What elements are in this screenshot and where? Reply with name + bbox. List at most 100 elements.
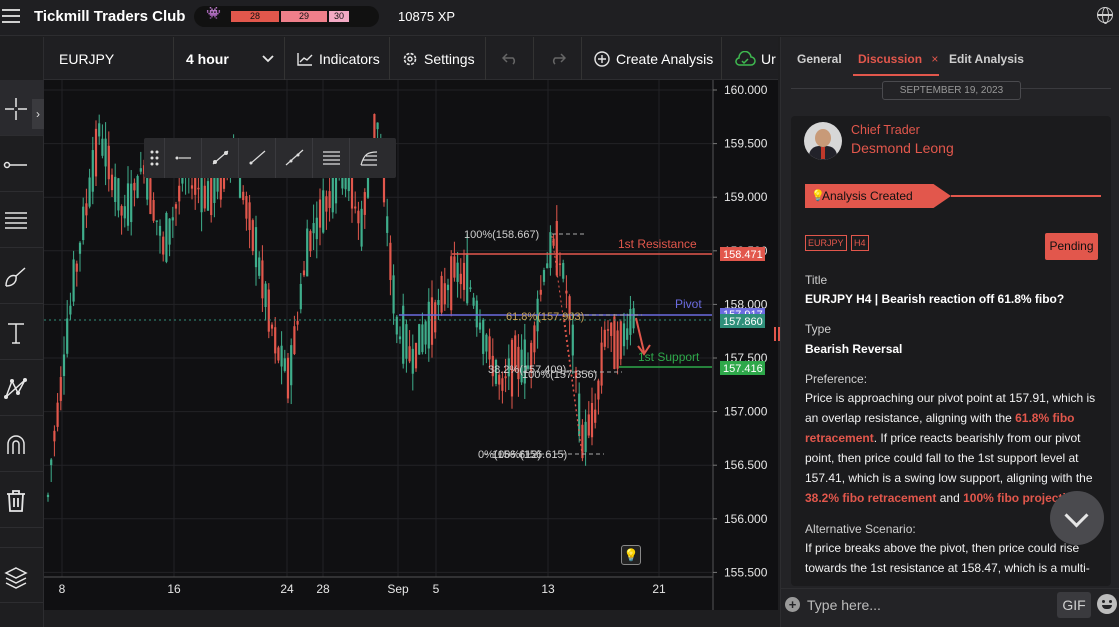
- timeframe-select[interactable]: 4 hour: [174, 37, 285, 80]
- candle-body: [485, 334, 488, 352]
- drag-handle[interactable]: [144, 138, 165, 178]
- candle-body: [386, 216, 389, 233]
- globe-icon[interactable]: [1097, 7, 1113, 24]
- candle-body: [472, 297, 475, 306]
- candle-body: [590, 403, 594, 438]
- gif-button[interactable]: GIF: [1057, 592, 1091, 618]
- candle-body: [389, 242, 392, 281]
- redo-button[interactable]: [534, 37, 582, 80]
- candle-body: [149, 178, 152, 215]
- candle-body: [261, 260, 264, 299]
- channel-tool-button[interactable]: [313, 138, 350, 178]
- settings-button[interactable]: Settings: [390, 37, 486, 80]
- preference-label: Preference:: [805, 372, 868, 386]
- redo-icon: [552, 52, 566, 65]
- candle-body: [478, 322, 482, 330]
- candle-body: [53, 430, 56, 442]
- text-tool[interactable]: [0, 304, 44, 360]
- tab-discussion[interactable]: Discussion ×: [858, 52, 938, 66]
- candle-body: [69, 305, 72, 315]
- candle-body: [434, 302, 437, 333]
- candle-body: [594, 409, 597, 423]
- chevron-down-icon: [262, 55, 274, 63]
- analysis-panel: General Discussion × Edit Analysis SEPTE…: [780, 37, 1119, 627]
- brush-tool[interactable]: [0, 248, 44, 304]
- trash-tool[interactable]: [0, 472, 44, 528]
- candle-body: [91, 150, 94, 192]
- indicators-label: Indicators: [319, 50, 380, 67]
- candle-body: [363, 192, 366, 215]
- candle-body: [94, 128, 98, 177]
- trendline-tool-button[interactable]: [239, 138, 276, 178]
- candle-body: [152, 200, 155, 221]
- xp-level-30: 30: [329, 11, 349, 22]
- menu-icon[interactable]: [2, 9, 20, 23]
- date-tick-label: 21: [652, 582, 666, 596]
- plus-icon[interactable]: +: [785, 597, 800, 612]
- undo-button[interactable]: [486, 37, 534, 80]
- current-price: 157.860: [723, 316, 763, 328]
- candle-body: [104, 138, 107, 167]
- magnet-tool[interactable]: [0, 416, 44, 472]
- brush-icon: [5, 267, 26, 287]
- update-button[interactable]: Ur: [722, 37, 778, 80]
- author-name[interactable]: Desmond Leong: [851, 140, 954, 156]
- create-analysis-button[interactable]: Create Analysis: [582, 37, 722, 80]
- tab-edit-analysis[interactable]: Edit Analysis: [949, 52, 1024, 66]
- candle-body: [613, 316, 616, 369]
- candle-body: [78, 242, 82, 254]
- price-tick-label: 157.000: [724, 405, 768, 419]
- horizontal-line-tool[interactable]: [0, 136, 44, 192]
- candle-body: [274, 327, 277, 354]
- candle-body: [264, 283, 267, 307]
- candle-body: [270, 324, 274, 329]
- candle-body: [66, 318, 69, 354]
- candle-body: [443, 283, 446, 305]
- scroll-down-button[interactable]: [1050, 491, 1104, 545]
- ray-icon: [175, 156, 191, 160]
- message-input[interactable]: Type here...: [807, 597, 881, 613]
- panel-tabs: General Discussion × Edit Analysis: [781, 37, 1119, 80]
- pattern-icon: [4, 378, 27, 399]
- candle-body: [75, 263, 78, 272]
- close-icon[interactable]: ×: [931, 52, 938, 66]
- segment-tool-button[interactable]: [202, 138, 239, 178]
- expand-tools-button[interactable]: ›: [32, 99, 44, 129]
- candle-body: [206, 181, 210, 211]
- candle-body: [539, 289, 542, 295]
- ray-tool-button[interactable]: [165, 138, 202, 178]
- analysis-card: Chief Trader Desmond Leong 💡 Analysis Cr…: [791, 116, 1111, 586]
- candle-body: [318, 199, 322, 228]
- avatar[interactable]: [804, 122, 842, 160]
- date-separator: SEPTEMBER 19, 2023: [882, 81, 1021, 100]
- extended-line-button[interactable]: [276, 138, 313, 178]
- candle-body: [488, 336, 491, 360]
- tab-general[interactable]: General: [797, 52, 842, 66]
- candle-body: [629, 308, 632, 335]
- candle-body: [101, 138, 104, 156]
- candle-body: [325, 196, 328, 212]
- cloud-check-icon: [735, 50, 756, 66]
- candle-body: [542, 269, 546, 282]
- fib-tool-button[interactable]: [350, 138, 396, 178]
- price-tick-label: 156.500: [724, 458, 768, 472]
- date-tick-label: 16: [167, 582, 181, 596]
- candle-body: [424, 321, 427, 345]
- bulb-icon[interactable]: 💡: [621, 545, 641, 565]
- candle-body: [98, 123, 101, 137]
- symbol-selector[interactable]: EURJPY: [44, 37, 174, 80]
- indicators-button[interactable]: Indicators: [285, 37, 390, 80]
- fib-lines-tool[interactable]: [0, 192, 44, 248]
- candle-body: [475, 300, 478, 328]
- candle-body: [110, 174, 114, 191]
- emoji-icon[interactable]: [1097, 594, 1117, 614]
- fib-projection-label: 100%(157.356): [522, 369, 597, 381]
- candle-body: [414, 342, 418, 369]
- layers-tool[interactable]: [0, 547, 44, 603]
- candle-body: [603, 329, 606, 347]
- pattern-tool[interactable]: [0, 360, 44, 416]
- candle-body: [136, 175, 139, 198]
- candle-body: [59, 377, 62, 401]
- candle-body: [562, 262, 565, 279]
- price-chart[interactable]: 1st Resistance Pivot 1st Support 100%(15…: [44, 80, 778, 610]
